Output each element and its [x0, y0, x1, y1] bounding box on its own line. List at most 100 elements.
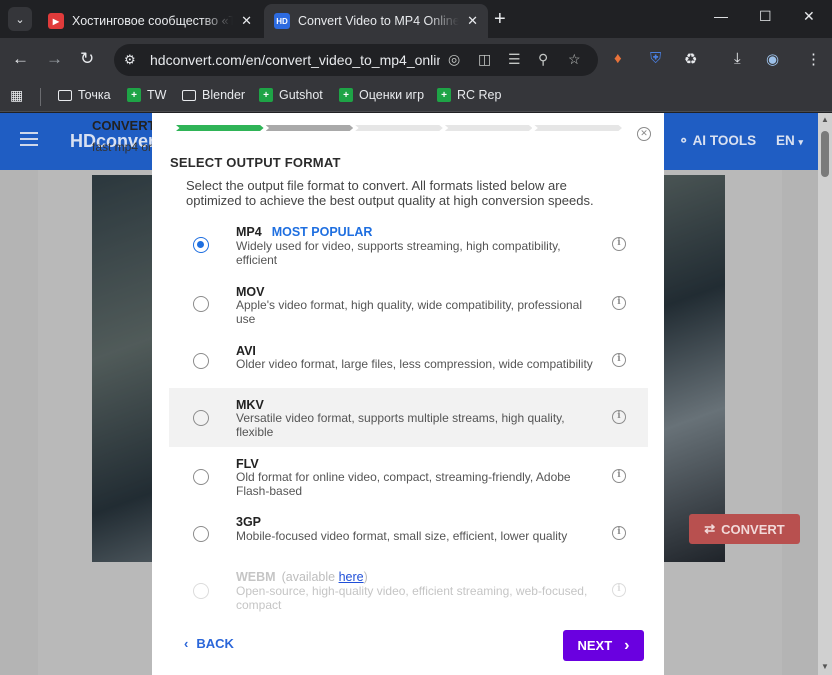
bookmark-tochka[interactable]: Точка [58, 88, 111, 102]
profile-avatar-icon[interactable]: ◉ [766, 50, 779, 68]
bookmarks-separator [40, 88, 41, 106]
bookmark-label: RC Rep [457, 88, 502, 102]
scroll-up-icon[interactable]: ▲ [821, 115, 829, 124]
bookmark-tw[interactable]: + TW [127, 88, 166, 102]
folder-icon [182, 89, 196, 101]
arrow-left-icon: ← [12, 49, 29, 68]
forward-nav-button[interactable]: → [46, 49, 63, 69]
extensions-puzzle-icon[interactable]: ♻ [684, 50, 697, 68]
radio-button[interactable] [193, 410, 209, 426]
info-icon[interactable]: i [612, 296, 626, 310]
format-name: 3GP [236, 515, 262, 529]
bookmark-rc-rep[interactable]: + RC Rep [437, 88, 501, 102]
convert-label: CONVERT [721, 521, 785, 537]
page-subtitle: fast mp4 or [92, 140, 153, 154]
page-title: CONVERT [92, 118, 156, 133]
new-tab-button[interactable]: + [494, 8, 506, 30]
folder-icon [58, 89, 72, 101]
bookmark-star-icon[interactable]: ☆ [568, 51, 581, 68]
bookmark-label: TW [147, 88, 167, 102]
back-label: BACK [196, 636, 234, 651]
back-nav-button[interactable]: ← [12, 49, 29, 69]
format-name: WEBM (available here) [236, 570, 368, 584]
bookmark-gutshot[interactable]: + Gutshot [259, 88, 323, 102]
language-label: EN [776, 133, 795, 148]
radio-button[interactable] [193, 469, 209, 485]
format-option-mp4[interactable]: MP4 MOST POPULAR Widely used for video, s… [169, 218, 648, 270]
minimize-button[interactable]: — [714, 8, 728, 24]
close-icon[interactable]: ✕ [241, 13, 252, 29]
language-selector[interactable]: EN ▾ [776, 133, 803, 148]
info-icon[interactable]: i [612, 237, 626, 251]
radio-button[interactable] [193, 296, 209, 312]
progress-step-5 [534, 125, 622, 131]
next-button[interactable]: NEXT › [563, 630, 644, 661]
availability-prefix: (available [281, 570, 339, 584]
radio-button [193, 583, 209, 599]
radio-button[interactable] [193, 237, 209, 253]
url-text[interactable]: hdconvert.com/en/convert_video_to_mp4_on… [150, 52, 440, 68]
step-progress [176, 125, 622, 131]
format-name: MP4 MOST POPULAR [236, 225, 372, 239]
kebab-menu-icon[interactable]: ⋮ [806, 50, 821, 68]
radio-button[interactable] [193, 353, 209, 369]
format-option-mkv[interactable]: MKV Versatile video format, supports mul… [169, 388, 648, 447]
availability-note: (available here) [282, 570, 368, 584]
bookmark-blender[interactable]: Blender [182, 88, 245, 102]
bookmark-ocenki-igr[interactable]: + Оценки игр [339, 88, 424, 102]
bookmark-label: Точка [78, 88, 111, 102]
page-scrollbar[interactable]: ▲ ▼ [818, 113, 832, 675]
tracking-off-icon[interactable]: ◎ [448, 51, 460, 68]
format-option-mov[interactable]: MOV Apple's video format, high quality, … [169, 277, 648, 329]
format-name: AVI [236, 344, 256, 358]
apps-grid-icon[interactable]: ▦ [10, 87, 23, 104]
back-button[interactable]: ‹ BACK [184, 636, 234, 651]
green-plus-icon: + [259, 88, 273, 102]
fox-extension-icon[interactable]: ♦ [614, 50, 622, 67]
close-window-button[interactable]: ✕ [803, 8, 815, 25]
ai-tools-link[interactable]: ⚬ AI TOOLS [678, 133, 756, 149]
info-icon[interactable]: i [612, 526, 626, 540]
hamburger-menu-icon[interactable] [20, 132, 38, 146]
format-option-flv[interactable]: FLV Old format for online video, compact… [169, 452, 648, 504]
zoom-icon[interactable]: ⚲ [538, 51, 548, 68]
bitwarden-extension-icon[interactable]: ⛨ [650, 50, 661, 67]
progress-step-1 [176, 125, 264, 131]
format-option-3gp[interactable]: 3GP Mobile-focused video format, small s… [169, 511, 648, 556]
site-info-icon[interactable]: ⚙ [124, 52, 136, 68]
info-icon[interactable]: i [612, 410, 626, 424]
tab-hdconvert[interactable]: HD Convert Video to MP4 Online - HDconve… [264, 4, 488, 38]
ai-tools-label: AI TOOLS [692, 133, 757, 148]
format-label: WEBM [236, 570, 276, 584]
format-name: MKV [236, 398, 264, 412]
format-description: Mobile-focused video format, small size,… [236, 529, 568, 543]
convert-button[interactable]: ⇄ CONVERT [689, 514, 800, 544]
radio-button[interactable] [193, 526, 209, 542]
green-plus-icon: + [339, 88, 353, 102]
available-here-link[interactable]: here [339, 570, 364, 584]
scroll-thumb[interactable] [821, 131, 829, 177]
translate-icon[interactable]: ☰ [508, 51, 521, 68]
format-option-avi[interactable]: AVI Older video format, large files, les… [169, 335, 648, 385]
bookmark-label: Оценки игр [359, 88, 425, 102]
chevron-right-icon: › [624, 636, 630, 654]
bookmark-label: Blender [202, 88, 246, 102]
tab-search-button[interactable]: ⌄ [8, 7, 32, 31]
availability-suffix: ) [363, 570, 368, 584]
close-icon[interactable]: ✕ [637, 127, 651, 141]
reload-button[interactable]: ↻ [80, 49, 94, 69]
info-icon[interactable]: i [612, 353, 626, 367]
close-icon[interactable]: ✕ [467, 13, 478, 29]
youtube-favicon-icon: ▶ [48, 13, 64, 29]
minimize-icon: — [714, 8, 728, 24]
close-icon: ✕ [803, 8, 815, 24]
modal-title: SELECT OUTPUT FORMAT [170, 155, 341, 170]
address-bar[interactable]: ⚙ hdconvert.com/en/convert_video_to_mp4_… [114, 44, 598, 76]
tab-timeweb[interactable]: ▶ Хостинговое сообщество «Timeweb» ✕ [38, 4, 262, 38]
format-description: Old format for online video, compact, st… [236, 470, 571, 498]
maximize-button[interactable]: ☐ [759, 8, 772, 25]
scroll-down-icon[interactable]: ▼ [821, 662, 829, 671]
download-icon[interactable]: ⤓ [734, 50, 741, 67]
install-app-icon[interactable]: ◫ [478, 51, 491, 68]
info-icon[interactable]: i [612, 469, 626, 483]
